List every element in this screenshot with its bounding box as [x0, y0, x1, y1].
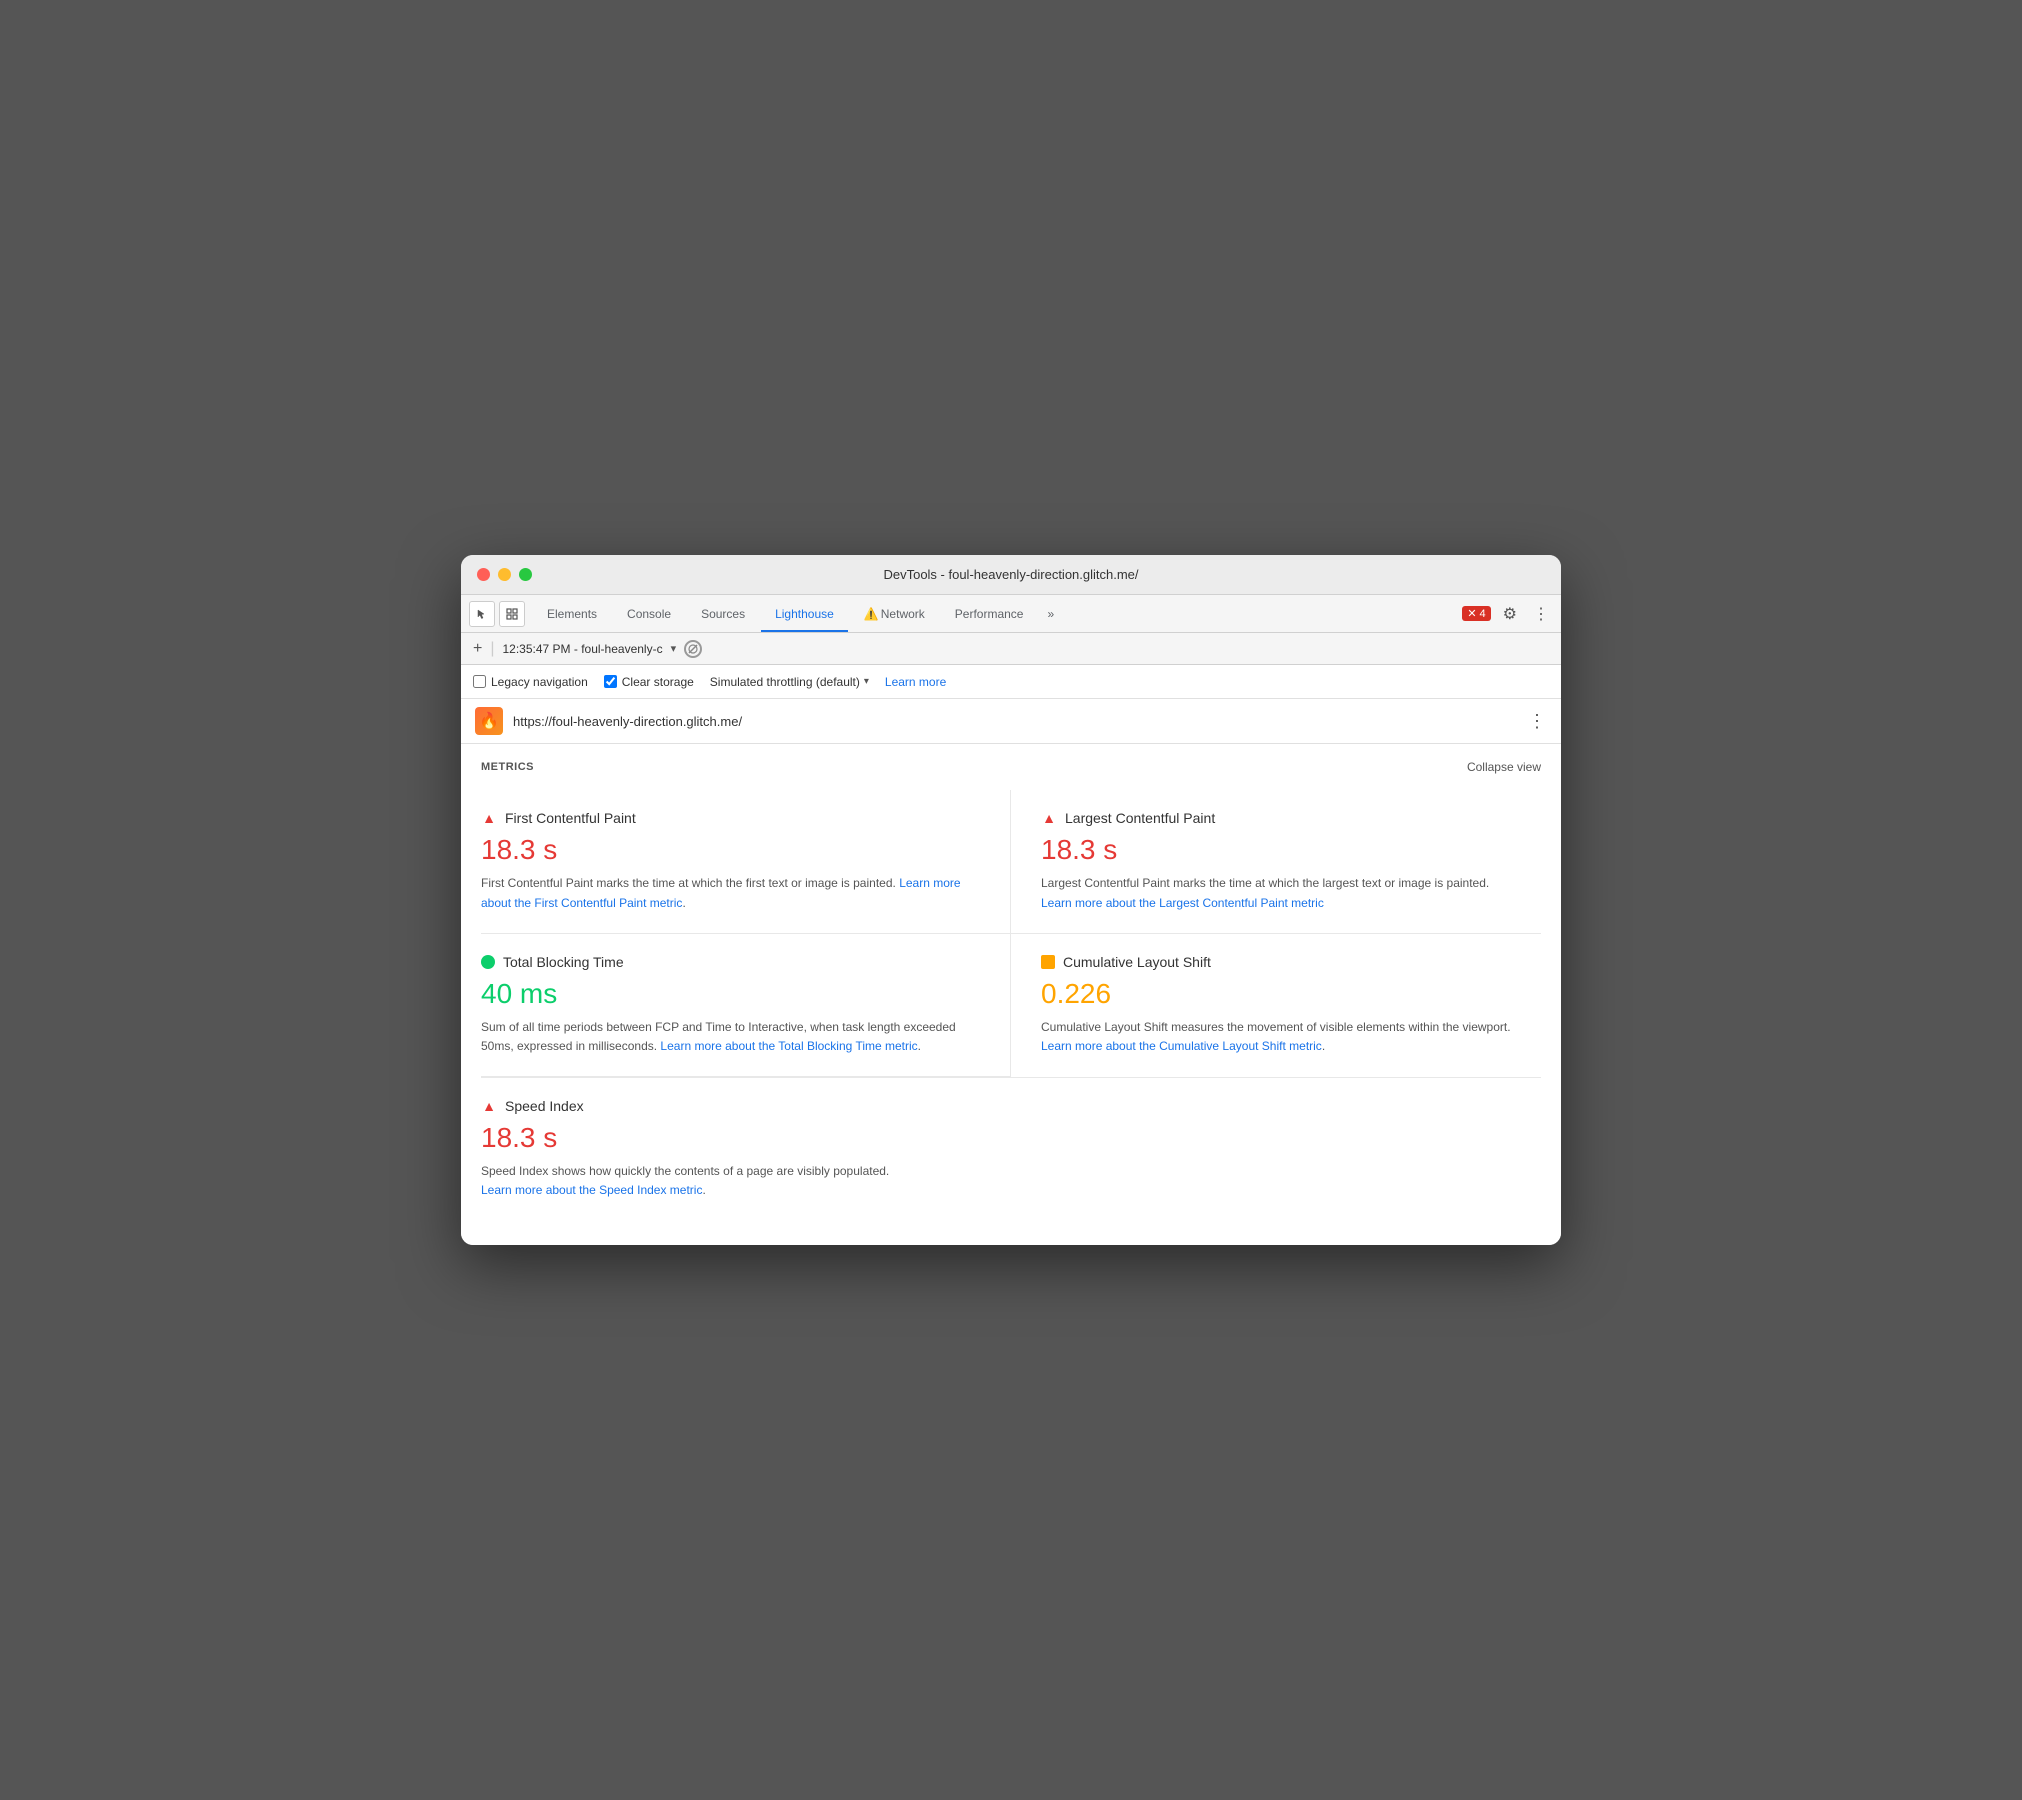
cls-status-icon [1041, 955, 1055, 969]
metrics-grid: ▲ First Contentful Paint 18.3 s First Co… [481, 790, 1541, 1220]
tab-console[interactable]: Console [613, 595, 685, 632]
metric-fcp-header: ▲ First Contentful Paint [481, 810, 980, 826]
settings-gear-button[interactable]: ⚙ [1499, 602, 1521, 626]
minimize-button[interactable] [498, 568, 511, 581]
tab-lighthouse[interactable]: Lighthouse [761, 595, 848, 632]
tabs-more-button[interactable]: » [1039, 595, 1062, 632]
lcp-status-icon: ▲ [1041, 810, 1057, 826]
learn-more-link[interactable]: Learn more [885, 675, 946, 689]
legacy-nav-checkbox[interactable] [473, 675, 486, 688]
url-text: https://foul-heavenly-direction.glitch.m… [513, 714, 1518, 729]
content-area: METRICS Collapse view ▲ First Contentful… [461, 744, 1561, 1244]
cls-description: Cumulative Layout Shift measures the mov… [1041, 1018, 1521, 1056]
more-options-button[interactable]: ⋮ [1529, 602, 1553, 626]
lcp-name: Largest Contentful Paint [1065, 810, 1215, 826]
metrics-header: METRICS Collapse view [481, 760, 1541, 774]
options-bar: Legacy navigation Clear storage Simulate… [461, 665, 1561, 699]
divider: | [490, 640, 494, 658]
tabs: Elements Console Sources Lighthouse ⚠️ N… [533, 595, 1062, 632]
lcp-value: 18.3 s [1041, 834, 1521, 866]
close-button[interactable] [477, 568, 490, 581]
lighthouse-favicon: 🔥 [475, 707, 503, 735]
tab-performance[interactable]: Performance [941, 595, 1038, 632]
fcp-description: First Contentful Paint marks the time at… [481, 874, 980, 912]
throttle-selector[interactable]: Simulated throttling (default) ▾ [710, 675, 869, 689]
metrics-title: METRICS [481, 761, 534, 773]
metric-lcp: ▲ Largest Contentful Paint 18.3 s Larges… [1011, 790, 1541, 933]
tbt-learn-more-link[interactable]: Learn more about the Total Blocking Time… [660, 1039, 917, 1053]
cls-name: Cumulative Layout Shift [1063, 954, 1211, 970]
cls-value: 0.226 [1041, 978, 1521, 1010]
title-bar: DevTools - foul-heavenly-direction.glitc… [461, 555, 1561, 595]
tbt-value: 40 ms [481, 978, 980, 1010]
si-description: Speed Index shows how quickly the conten… [481, 1162, 921, 1200]
clear-storage-checkbox[interactable] [604, 675, 617, 688]
tab-icon-group [469, 601, 525, 627]
cls-learn-more-link[interactable]: Learn more about the Cumulative Layout S… [1041, 1039, 1322, 1053]
metric-tbt: Total Blocking Time 40 ms Sum of all tim… [481, 934, 1011, 1077]
url-bar: 🔥 https://foul-heavenly-direction.glitch… [461, 699, 1561, 744]
error-x-icon: ✕ [1467, 607, 1476, 620]
throttle-dropdown-arrow[interactable]: ▾ [864, 676, 869, 687]
tbt-status-icon [481, 955, 495, 969]
metric-lcp-header: ▲ Largest Contentful Paint [1041, 810, 1521, 826]
tbt-name: Total Blocking Time [503, 954, 624, 970]
devtools-window: DevTools - foul-heavenly-direction.glitc… [461, 555, 1561, 1244]
legacy-nav-checkbox-item[interactable]: Legacy navigation [473, 675, 588, 689]
inspect-icon-btn[interactable] [499, 601, 525, 627]
metric-tbt-header: Total Blocking Time [481, 954, 980, 970]
metric-cls: Cumulative Layout Shift 0.226 Cumulative… [1011, 934, 1541, 1077]
metric-si-header: ▲ Speed Index [481, 1098, 1541, 1114]
metric-si: ▲ Speed Index 18.3 s Speed Index shows h… [481, 1077, 1541, 1220]
lcp-description: Largest Contentful Paint marks the time … [1041, 874, 1521, 912]
fcp-name: First Contentful Paint [505, 810, 636, 826]
traffic-lights [477, 568, 532, 581]
si-learn-more-link[interactable]: Learn more about the Speed Index metric [481, 1183, 702, 1197]
error-badge: ✕ 4 [1462, 606, 1490, 621]
tbt-description: Sum of all time periods between FCP and … [481, 1018, 980, 1056]
fcp-value: 18.3 s [481, 834, 980, 866]
add-button[interactable]: + [473, 640, 482, 658]
tab-sources[interactable]: Sources [687, 595, 759, 632]
metric-fcp: ▲ First Contentful Paint 18.3 s First Co… [481, 790, 1011, 933]
metric-cls-header: Cumulative Layout Shift [1041, 954, 1521, 970]
tab-right-controls: ✕ 4 ⚙ ⋮ [1462, 602, 1553, 626]
si-name: Speed Index [505, 1098, 584, 1114]
network-warning-icon: ⚠️ [864, 607, 879, 621]
collapse-view-button[interactable]: Collapse view [1467, 760, 1541, 774]
url-more-options-button[interactable]: ⋮ [1528, 711, 1547, 732]
time-dropdown-arrow[interactable]: ▾ [671, 642, 677, 655]
si-status-icon: ▲ [481, 1098, 497, 1114]
tab-bar: Elements Console Sources Lighthouse ⚠️ N… [461, 595, 1561, 633]
tab-elements[interactable]: Elements [533, 595, 611, 632]
clear-storage-checkbox-item[interactable]: Clear storage [604, 675, 694, 689]
block-icon[interactable] [684, 640, 702, 658]
fcp-status-icon: ▲ [481, 810, 497, 826]
window-title: DevTools - foul-heavenly-direction.glitc… [883, 567, 1138, 582]
cursor-icon-btn[interactable] [469, 601, 495, 627]
time-label: 12:35:47 PM - foul-heavenly-c [503, 642, 663, 656]
maximize-button[interactable] [519, 568, 532, 581]
tab-network[interactable]: ⚠️ Network [850, 595, 939, 632]
lcp-learn-more-link[interactable]: Learn more about the Largest Contentful … [1041, 896, 1324, 910]
si-value: 18.3 s [481, 1122, 1541, 1154]
subtoolbar: + | 12:35:47 PM - foul-heavenly-c ▾ [461, 633, 1561, 665]
